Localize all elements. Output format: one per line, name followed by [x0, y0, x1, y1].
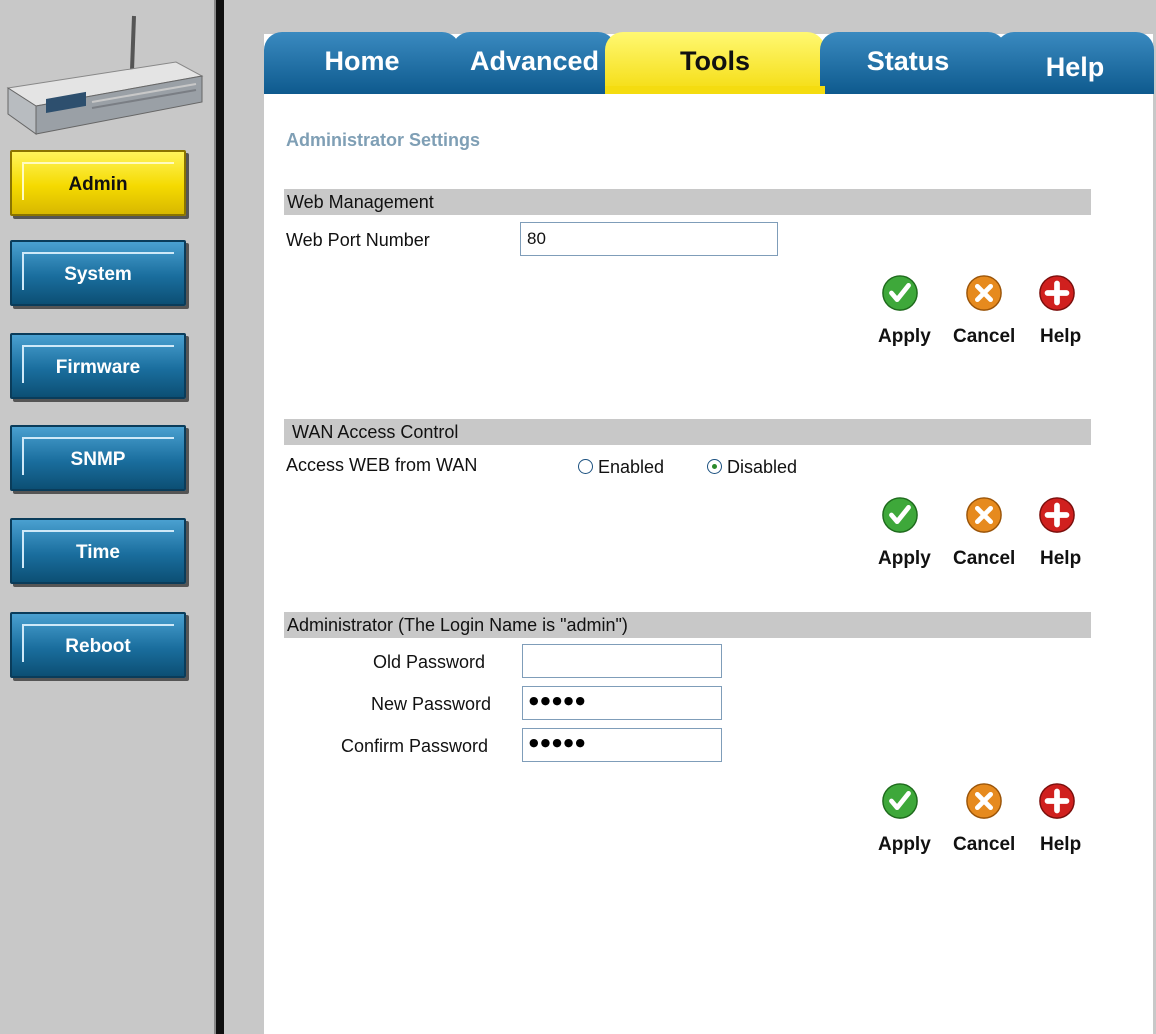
tab-active-indicator [605, 86, 825, 94]
apply-icon[interactable] [881, 496, 919, 534]
sidebar-item-reboot[interactable]: Reboot [10, 612, 186, 678]
section-web-management: Web Management [284, 189, 1091, 215]
cancel-button[interactable]: Cancel [953, 326, 1015, 348]
tab-label: Tools [680, 46, 750, 76]
sidebar-item-label: Time [75, 542, 120, 563]
tab-status[interactable]: Status [820, 32, 1006, 94]
sidebar-divider [214, 0, 224, 1034]
section-administrator: Administrator (The Login Name is "admin"… [284, 612, 1091, 638]
enabled-radio-label[interactable]: Enabled [598, 457, 664, 478]
top-strip [264, 0, 1156, 34]
cancel-icon[interactable] [965, 274, 1003, 312]
sidebar-item-label: System [64, 264, 132, 285]
tab-label: Home [324, 46, 400, 76]
tab-advanced[interactable]: Advanced [452, 32, 616, 94]
apply-icon[interactable] [881, 274, 919, 312]
cancel-icon[interactable] [965, 782, 1003, 820]
disabled-radio[interactable] [707, 459, 722, 474]
tab-help[interactable]: Help [996, 32, 1154, 94]
help-button[interactable]: Help [1040, 548, 1081, 570]
web-port-label: Web Port Number [286, 230, 430, 250]
password-mask: ●●●●● [529, 736, 587, 749]
old-password-field[interactable] [522, 644, 722, 678]
tab-label: Status [866, 46, 950, 76]
confirm-password-field[interactable]: ●●●●● [522, 728, 722, 762]
new-password-field[interactable]: ●●●●● [522, 686, 722, 720]
old-password-label: Old Password [373, 652, 486, 672]
help-icon[interactable] [1038, 274, 1076, 312]
sidebar-item-label: SNMP [70, 449, 126, 470]
password-mask: ●●●●● [529, 694, 587, 707]
section-heading: WAN Access Control [292, 422, 459, 442]
sidebar-item-snmp[interactable]: SNMP [10, 425, 186, 491]
sidebar-item-firmware[interactable]: Firmware [10, 333, 186, 399]
tab-tools[interactable]: Tools [605, 32, 825, 94]
section-wan-access-control: WAN Access Control [284, 419, 1091, 445]
cancel-button[interactable]: Cancel [953, 834, 1015, 856]
apply-button[interactable]: Apply [878, 326, 931, 348]
router-logo [6, 15, 204, 135]
cancel-button[interactable]: Cancel [953, 548, 1015, 570]
tab-home[interactable]: Home [264, 32, 460, 94]
web-port-input[interactable] [520, 222, 778, 256]
sidebar-item-label: Admin [68, 174, 128, 195]
confirm-password-label: Confirm Password [341, 736, 489, 756]
section-heading: Web Management [287, 192, 434, 212]
sidebar-item-time[interactable]: Time [10, 518, 186, 584]
sidebar-item-admin[interactable]: Admin [10, 150, 186, 216]
disabled-radio-label[interactable]: Disabled [727, 457, 797, 478]
apply-button[interactable]: Apply [878, 834, 931, 856]
apply-button[interactable]: Apply [878, 548, 931, 570]
enabled-radio[interactable] [578, 459, 593, 474]
cancel-icon[interactable] [965, 496, 1003, 534]
help-button[interactable]: Help [1040, 326, 1081, 348]
help-button[interactable]: Help [1040, 834, 1081, 856]
tab-label: Advanced [470, 46, 600, 76]
wan-access-label: Access WEB from WAN [286, 455, 478, 475]
sidebar-item-system[interactable]: System [10, 240, 186, 306]
sidebar-item-label: Firmware [55, 357, 141, 378]
page-title: Administrator Settings [286, 130, 481, 150]
section-heading: Administrator (The Login Name is "admin"… [287, 615, 628, 635]
tab-label: Help [1045, 52, 1105, 82]
help-icon[interactable] [1038, 782, 1076, 820]
new-password-label: New Password [371, 694, 492, 714]
content-gutter [224, 0, 264, 1034]
apply-icon[interactable] [881, 782, 919, 820]
help-icon[interactable] [1038, 496, 1076, 534]
sidebar-item-label: Reboot [65, 636, 131, 657]
